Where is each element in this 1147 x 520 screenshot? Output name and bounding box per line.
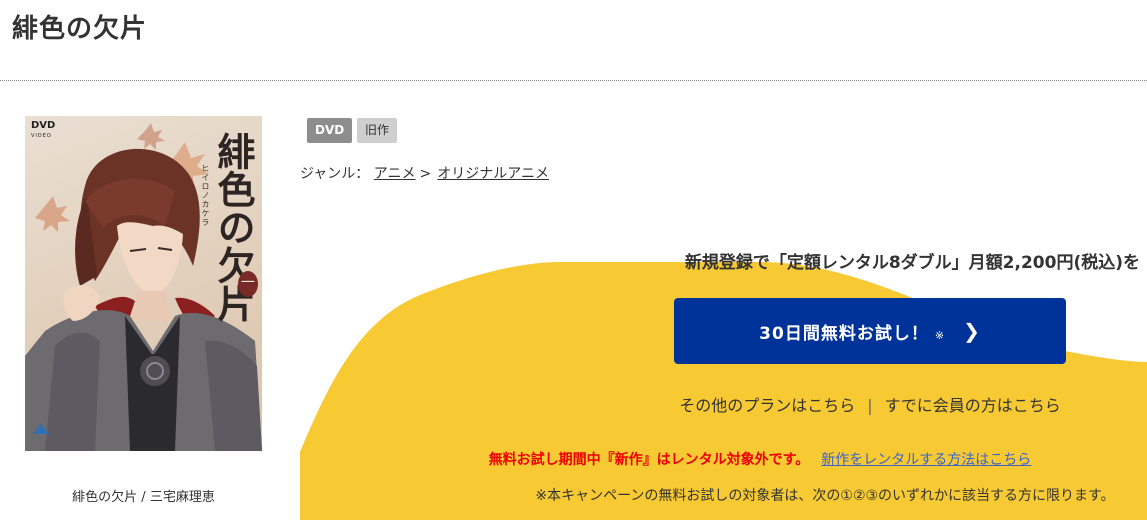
- cover-kana: ヒイロノカケラ: [201, 164, 210, 227]
- chevron-right-icon: ❯: [963, 319, 981, 343]
- plan-links: その他のプランはこちら | すでに会員の方はこちら: [560, 392, 1147, 416]
- free-trial-button[interactable]: 30日間無料お試し！ ※ ❯: [674, 298, 1066, 364]
- free-trial-label: 30日間無料お試し！: [759, 323, 929, 344]
- age-tag: 旧作: [357, 118, 398, 143]
- genre-separator: >: [419, 166, 432, 182]
- link-divider: |: [867, 396, 873, 415]
- new-release-notice: 無料お試し期間中『新作』はレンタル対象外です。 新作をレンタルする方法はこちら: [300, 449, 1147, 469]
- genre-link-original-anime[interactable]: オリジナルアニメ: [437, 166, 549, 182]
- promo-headline: 新規登録で「定額レンタル8ダブル」月額2,200円(税込)を: [684, 253, 1140, 273]
- genre-breadcrumb: ジャンル： アニメ > オリジナルアニメ: [300, 163, 549, 183]
- genre-label: ジャンル：: [300, 166, 370, 182]
- new-release-rental-link[interactable]: 新作をレンタルする方法はこちら: [821, 452, 1031, 468]
- cover-volume-badge: 一: [238, 271, 258, 297]
- cover-caption: 緋色の欠片 / 三宅麻理恵: [72, 490, 215, 505]
- cover-image[interactable]: DVD VIDEO 緋色の欠片 ヒイロノカケラ 一: [25, 116, 262, 451]
- page: 緋色の欠片 DVD VIDEO 緋色の欠片 ヒイロノカケラ 一 緋色の欠片 / …: [0, 0, 1147, 520]
- campaign-footnote: ※本キャンペーンの無料お試しの対象者は、次の①②③のいずれかに該当する方に限りま…: [535, 488, 1115, 504]
- genre-link-anime[interactable]: アニメ: [374, 166, 416, 182]
- format-tag: DVD: [307, 118, 353, 143]
- other-plans-link[interactable]: その他のプランはこちら: [679, 396, 855, 415]
- notice-text: 無料お試し期間中『新作』はレンタル対象外です。: [488, 452, 810, 468]
- free-trial-note-mark: ※: [934, 328, 946, 342]
- member-login-link[interactable]: すでに会員の方はこちら: [885, 396, 1061, 415]
- cover-dvd-logo: DVD VIDEO: [31, 120, 56, 140]
